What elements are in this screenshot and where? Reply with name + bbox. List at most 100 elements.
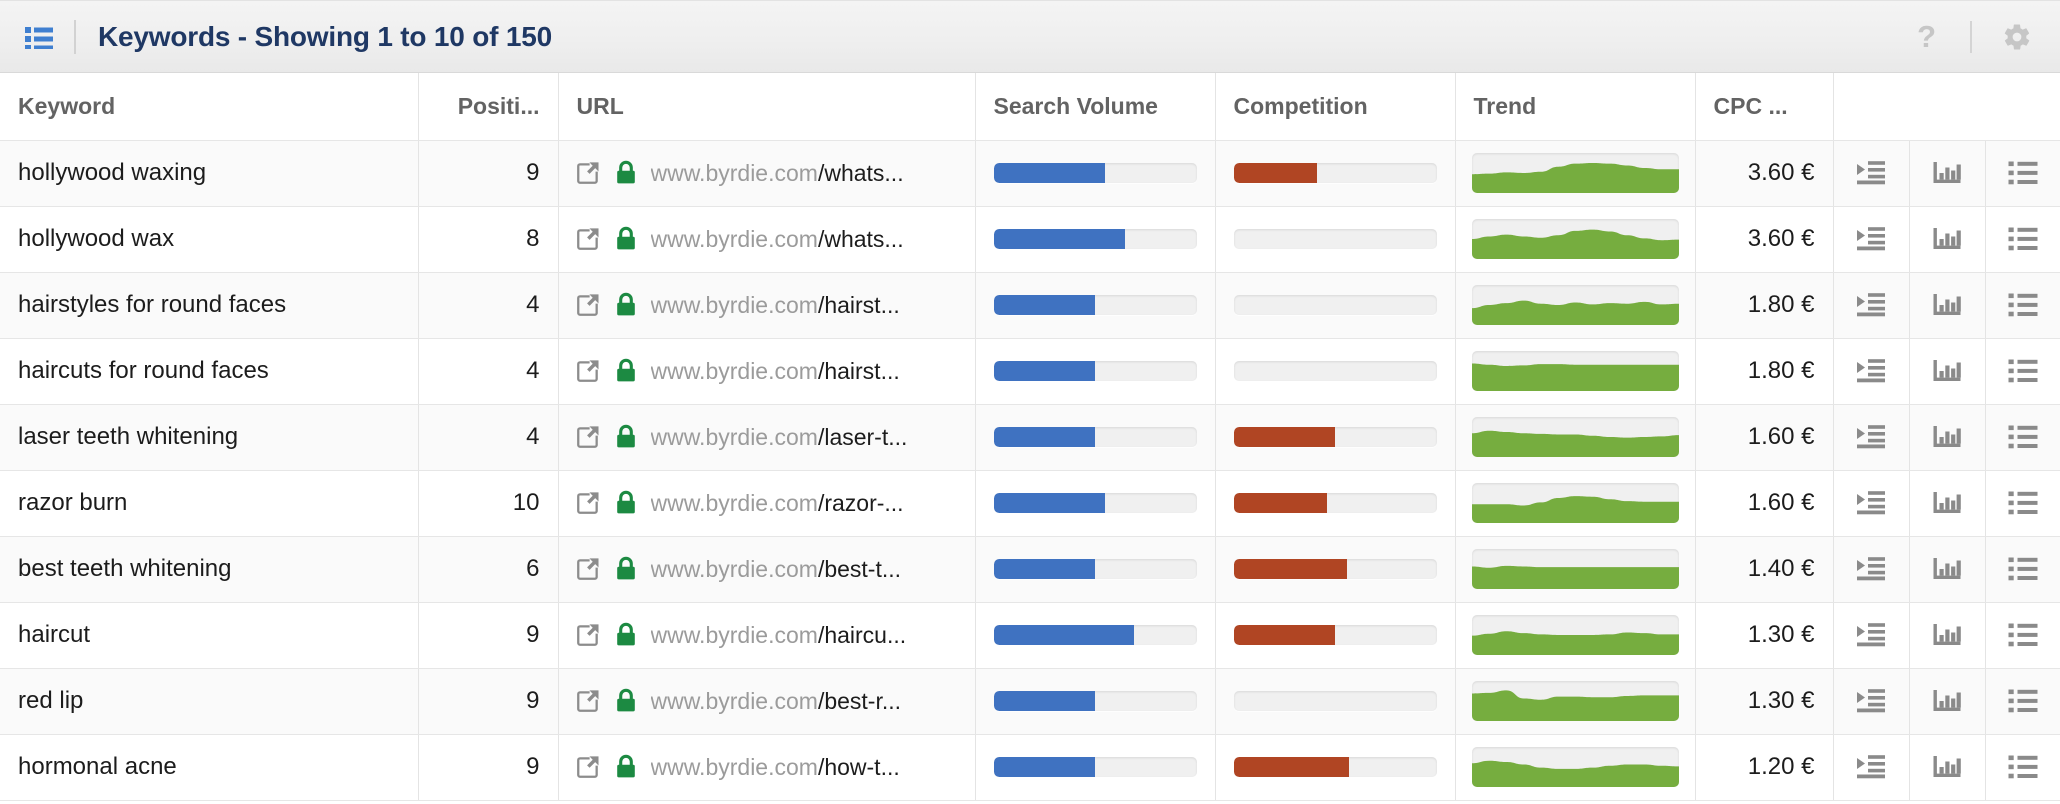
search-volume-bar-fill <box>993 493 1106 513</box>
trend-chart <box>1471 747 1679 787</box>
details-button[interactable] <box>2001 613 2045 657</box>
cell-action-add-to-list[interactable] <box>1833 338 1910 405</box>
cell-action-details[interactable] <box>1985 668 2060 735</box>
url-text[interactable]: www.byrdie.com/haircu... <box>651 622 907 649</box>
gear-icon[interactable] <box>2000 20 2034 54</box>
details-button[interactable] <box>2001 217 2045 261</box>
cell-position: 6 <box>418 536 559 603</box>
url-group: www.byrdie.com/best-r... <box>559 688 975 715</box>
table-row[interactable]: best teeth whitening 6 www.byrdie.com/best… <box>0 536 2060 603</box>
table-row[interactable]: hairstyles for round faces 4 www.byrdie.co… <box>0 272 2060 339</box>
column-header-trend[interactable]: Trend <box>1455 73 1696 141</box>
add-to-list-button[interactable] <box>1849 613 1893 657</box>
cell-action-add-to-list[interactable] <box>1833 668 1910 735</box>
lock-icon <box>616 160 635 184</box>
cell-action-bar-chart[interactable] <box>1909 668 1986 735</box>
details-button[interactable] <box>2001 745 2045 789</box>
url-text[interactable]: www.byrdie.com/laser-t... <box>651 424 908 451</box>
details-button[interactable] <box>2001 679 2045 723</box>
url-text[interactable]: www.byrdie.com/whats... <box>651 160 904 187</box>
cell-action-bar-chart[interactable] <box>1909 470 1986 537</box>
trend-wrap <box>1456 483 1695 523</box>
column-header-url[interactable]: URL <box>558 73 976 141</box>
cell-action-details[interactable] <box>1985 140 2060 207</box>
column-header-competition[interactable]: Competition <box>1215 73 1456 141</box>
cell-action-bar-chart[interactable] <box>1909 602 1986 669</box>
cell-action-add-to-list[interactable] <box>1833 140 1910 207</box>
cell-action-details[interactable] <box>1985 470 2060 537</box>
bar-chart-button[interactable] <box>1925 151 1969 195</box>
details-button[interactable] <box>2001 415 2045 459</box>
url-text[interactable]: www.byrdie.com/best-r... <box>651 688 902 715</box>
url-text[interactable]: www.byrdie.com/how-t... <box>651 754 900 781</box>
bar-chart-button[interactable] <box>1925 481 1969 525</box>
question-mark-icon[interactable]: ? <box>1911 21 1942 52</box>
cell-action-details[interactable] <box>1985 404 2060 471</box>
url-text[interactable]: www.byrdie.com/razor-... <box>651 490 904 517</box>
cell-action-bar-chart[interactable] <box>1909 272 1986 339</box>
competition-bar-fill <box>1233 163 1317 183</box>
details-button[interactable] <box>2001 283 2045 327</box>
add-to-list-button[interactable] <box>1849 679 1893 723</box>
details-button[interactable] <box>2001 349 2045 393</box>
column-header-keyword[interactable]: Keyword <box>0 73 419 141</box>
bar-chart-button[interactable] <box>1925 679 1969 723</box>
column-header-search-volume[interactable]: Search Volume <box>975 73 1216 141</box>
cell-action-add-to-list[interactable] <box>1833 470 1910 537</box>
cell-action-bar-chart[interactable] <box>1909 140 1986 207</box>
cell-action-bar-chart[interactable] <box>1909 734 1986 801</box>
url-text[interactable]: www.byrdie.com/whats... <box>651 226 904 253</box>
url-text[interactable]: www.byrdie.com/hairst... <box>651 292 900 319</box>
table-row[interactable]: laser teeth whitening 4 www.byrdie.com/las… <box>0 404 2060 471</box>
cell-action-details[interactable] <box>1985 272 2060 339</box>
add-to-list-button[interactable] <box>1849 349 1893 393</box>
column-header-position[interactable]: Positi... <box>418 73 559 141</box>
add-to-list-button[interactable] <box>1849 745 1893 789</box>
cell-action-add-to-list[interactable] <box>1833 734 1910 801</box>
add-to-list-button[interactable] <box>1849 547 1893 591</box>
url-text[interactable]: www.byrdie.com/best-t... <box>651 556 902 583</box>
add-to-list-button[interactable] <box>1849 151 1893 195</box>
cell-action-bar-chart[interactable] <box>1909 536 1986 603</box>
cell-action-details[interactable] <box>1985 602 2060 669</box>
details-button[interactable] <box>2001 151 2045 195</box>
table-row[interactable]: haircuts for round faces 4 www.byrdie.com/… <box>0 338 2060 405</box>
bar-chart-button[interactable] <box>1925 745 1969 789</box>
details-list-icon <box>2008 491 2038 515</box>
table-row[interactable]: haircut 9 www.byrdie.com/haircu... 1.30 € <box>0 602 2060 669</box>
cell-action-add-to-list[interactable] <box>1833 272 1910 339</box>
cell-action-details[interactable] <box>1985 734 2060 801</box>
url-text[interactable]: www.byrdie.com/hairst... <box>651 358 900 385</box>
table-row[interactable]: razor burn 10 www.byrdie.com/razor-... 1.60… <box>0 470 2060 537</box>
bar-chart-button[interactable] <box>1925 217 1969 261</box>
add-to-list-button[interactable] <box>1849 415 1893 459</box>
add-to-list-button[interactable] <box>1849 217 1893 261</box>
details-button[interactable] <box>2001 547 2045 591</box>
column-header-trend-label: Trend <box>1473 92 1537 119</box>
column-header-cpc[interactable]: CPC ... <box>1695 73 1834 141</box>
table-row[interactable]: hollywood waxing 9 www.byrdie.com/whats...… <box>0 140 2060 207</box>
cell-action-add-to-list[interactable] <box>1833 206 1910 273</box>
add-to-list-button[interactable] <box>1849 481 1893 525</box>
add-to-list-button[interactable] <box>1849 283 1893 327</box>
table-row[interactable]: hollywood wax 8 www.byrdie.com/whats... 3.6… <box>0 206 2060 273</box>
search-volume-barwrap <box>976 625 1215 645</box>
cell-action-details[interactable] <box>1985 536 2060 603</box>
table-row[interactable]: hormonal acne 9 www.byrdie.com/how-t... 1.2… <box>0 734 2060 801</box>
details-button[interactable] <box>2001 481 2045 525</box>
cell-action-details[interactable] <box>1985 206 2060 273</box>
list-icon[interactable] <box>22 20 56 54</box>
bar-chart-button[interactable] <box>1925 349 1969 393</box>
cell-action-add-to-list[interactable] <box>1833 602 1910 669</box>
cell-action-add-to-list[interactable] <box>1833 404 1910 471</box>
bar-chart-button[interactable] <box>1925 415 1969 459</box>
cell-action-bar-chart[interactable] <box>1909 338 1986 405</box>
bar-chart-button[interactable] <box>1925 547 1969 591</box>
table-row[interactable]: red lip 9 www.byrdie.com/best-r... 1.30 € <box>0 668 2060 735</box>
cell-action-add-to-list[interactable] <box>1833 536 1910 603</box>
bar-chart-button[interactable] <box>1925 613 1969 657</box>
cell-action-bar-chart[interactable] <box>1909 404 1986 471</box>
cell-action-bar-chart[interactable] <box>1909 206 1986 273</box>
cell-action-details[interactable] <box>1985 338 2060 405</box>
bar-chart-button[interactable] <box>1925 283 1969 327</box>
